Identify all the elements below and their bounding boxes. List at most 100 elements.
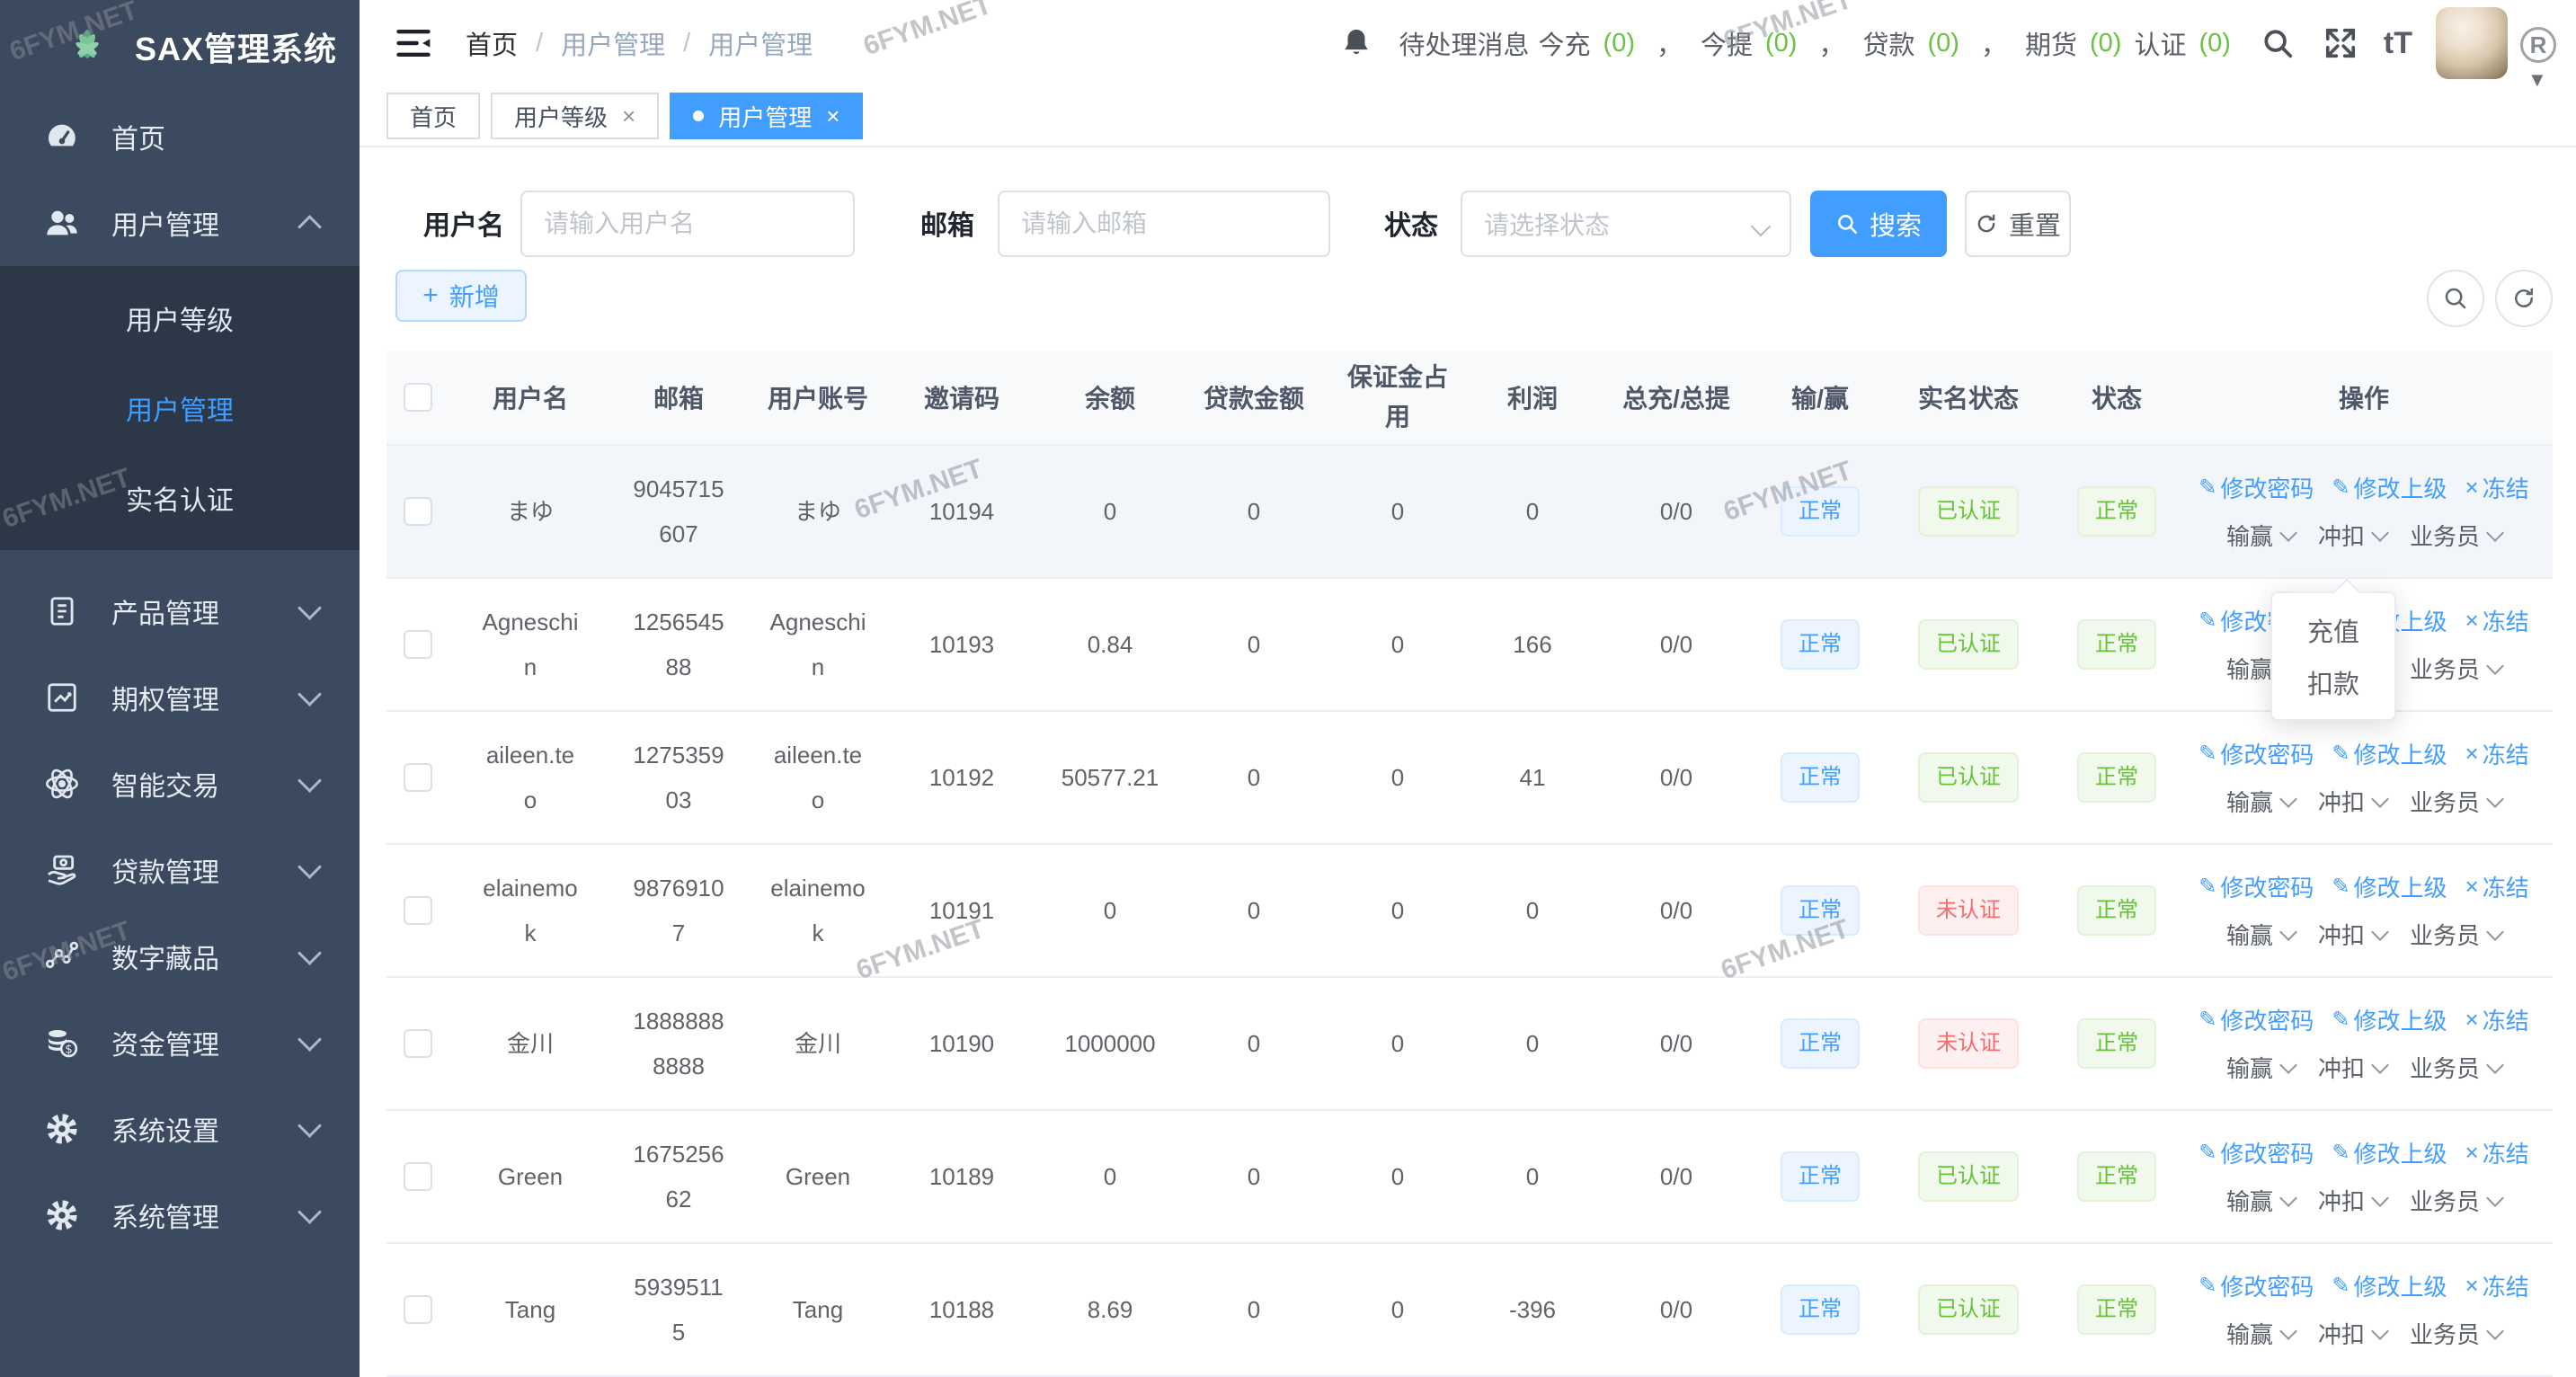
edit-parent-link[interactable]: ✎修改上级: [2332, 1269, 2447, 1302]
freeze-link[interactable]: ×冻结: [2465, 1136, 2529, 1169]
row-checkbox[interactable]: [404, 1295, 432, 1324]
freeze-link[interactable]: ×冻结: [2465, 870, 2529, 903]
gear-icon: [41, 1112, 83, 1146]
menu-item-deduct[interactable]: 扣款: [2272, 656, 2394, 708]
deduct-dropdown[interactable]: 冲扣: [2318, 1317, 2386, 1350]
close-icon[interactable]: ×: [622, 104, 635, 128]
edit-password-link[interactable]: ✎修改密码: [2198, 1269, 2314, 1302]
sidebar-item-funds-management[interactable]: $ 资金管理: [0, 999, 360, 1086]
edit-parent-link[interactable]: ✎修改上级: [2332, 471, 2447, 504]
salesman-dropdown[interactable]: 业务员: [2410, 1184, 2501, 1217]
row-checkbox[interactable]: [404, 1162, 432, 1191]
row-checkbox[interactable]: [404, 763, 432, 792]
edit-password-link[interactable]: ✎修改密码: [2198, 870, 2314, 903]
freeze-link[interactable]: ×冻结: [2465, 737, 2529, 770]
notice-label: 期货: [2025, 24, 2077, 62]
search-button[interactable]: 搜索: [1810, 191, 1947, 257]
fullscreen-icon[interactable]: [2321, 23, 2360, 63]
win-lose-dropdown[interactable]: 输赢: [2226, 1051, 2295, 1084]
breadcrumb-home[interactable]: 首页: [466, 24, 518, 62]
status-badge: 正常: [2077, 1018, 2156, 1069]
win-lose-dropdown[interactable]: 输赢: [2226, 1184, 2295, 1217]
select-all-checkbox[interactable]: [404, 383, 432, 412]
sidebar-item-options-management[interactable]: 期权管理: [0, 654, 360, 741]
bell-icon[interactable]: [1337, 23, 1376, 63]
row-checkbox[interactable]: [404, 630, 432, 659]
sidebar-collapse-icon[interactable]: [394, 23, 433, 63]
row-checkbox[interactable]: [404, 896, 432, 925]
avatar[interactable]: [2436, 7, 2508, 79]
cell-margin: 0: [1391, 498, 1404, 526]
tab-home[interactable]: 首页: [386, 93, 480, 139]
notice-label: 贷款: [1862, 24, 1914, 62]
salesman-dropdown[interactable]: 业务员: [2410, 785, 2501, 818]
pending-messages: 待处理消息 今充 (0) ， 今提 (0) ， 贷款 (0) ， 期货 (0) …: [1399, 24, 2234, 62]
row-checkbox[interactable]: [404, 497, 432, 526]
col-profit: 利润: [1474, 379, 1591, 415]
sidebar-item-home[interactable]: 首页: [0, 93, 360, 180]
row-checkbox[interactable]: [404, 1029, 432, 1058]
freeze-link[interactable]: ×冻结: [2465, 1269, 2529, 1302]
freeze-link[interactable]: ×冻结: [2465, 471, 2529, 504]
salesman-dropdown[interactable]: 业务员: [2410, 918, 2501, 951]
edit-password-link[interactable]: ✎修改密码: [2198, 1003, 2314, 1036]
sidebar-item-user-management[interactable]: 用户管理: [0, 180, 360, 266]
close-icon[interactable]: ×: [826, 104, 839, 128]
win-lose-dropdown[interactable]: 输赢: [2226, 519, 2295, 552]
sidebar-item-system-management[interactable]: 系统管理: [0, 1172, 360, 1258]
sidebar-item-label: 系统设置: [111, 1109, 301, 1149]
tab-user-management[interactable]: 用户管理 ×: [670, 93, 863, 139]
notice-label: 今提: [1701, 24, 1753, 62]
freeze-link[interactable]: ×冻结: [2465, 604, 2529, 637]
table-row: 金川 18888888888 金川 10190 1000000 0 0 0 0/…: [386, 978, 2553, 1111]
tab-user-level[interactable]: 用户等级 ×: [491, 93, 659, 139]
email-input[interactable]: [998, 191, 1330, 257]
edit-parent-link[interactable]: ✎修改上级: [2332, 870, 2447, 903]
sidebar-subitem-realname-auth[interactable]: 实名认证: [0, 453, 360, 543]
cell-username: Green: [498, 1154, 563, 1199]
cell-loan-amount: 0: [1248, 1030, 1260, 1058]
sidebar-item-digital-collection[interactable]: 数字藏品: [0, 913, 360, 999]
search-icon[interactable]: [2258, 23, 2297, 63]
username-input[interactable]: [520, 191, 855, 257]
deduct-dropdown[interactable]: 冲扣: [2318, 785, 2386, 818]
sidebar-item-smart-trading[interactable]: 智能交易: [0, 741, 360, 827]
edit-password-link[interactable]: ✎修改密码: [2198, 737, 2314, 770]
sidebar-item-product-management[interactable]: 产品管理: [0, 568, 360, 654]
cell-username: Agneschin: [482, 600, 579, 689]
cell-profit: 41: [1520, 764, 1546, 792]
menu-item-recharge[interactable]: 充值: [2272, 604, 2394, 656]
win-lose-dropdown[interactable]: 输赢: [2226, 1317, 2295, 1350]
salesman-dropdown[interactable]: 业务员: [2410, 1051, 2501, 1084]
edit-parent-link[interactable]: ✎修改上级: [2332, 1136, 2447, 1169]
edit-password-link[interactable]: ✎修改密码: [2198, 471, 2314, 504]
deduct-dropdown[interactable]: 冲扣: [2318, 1051, 2386, 1084]
freeze-link[interactable]: ×冻结: [2465, 1003, 2529, 1036]
sidebar-item-system-settings[interactable]: 系统设置: [0, 1086, 360, 1172]
breadcrumb-item: 用户管理: [708, 24, 813, 62]
font-size-icon[interactable]: tT: [2384, 26, 2412, 61]
salesman-dropdown[interactable]: 业务员: [2410, 519, 2501, 552]
sidebar-subitem-user-management[interactable]: 用户管理: [0, 363, 360, 453]
table-search-toggle-button[interactable]: [2427, 270, 2484, 327]
table-row: aileen.teo 127535903 aileen.teo 10192 50…: [386, 712, 2553, 845]
cell-profit: 0: [1526, 1163, 1539, 1191]
status-select[interactable]: 请选择状态: [1461, 191, 1791, 257]
cell-margin: 0: [1391, 1296, 1404, 1324]
deduct-dropdown[interactable]: 冲扣: [2318, 918, 2386, 951]
add-button[interactable]: + 新增: [395, 270, 527, 322]
edit-parent-link[interactable]: ✎修改上级: [2332, 1003, 2447, 1036]
table-refresh-button[interactable]: [2495, 270, 2553, 327]
sidebar-item-loan-management[interactable]: 贷款管理: [0, 827, 360, 913]
salesman-dropdown[interactable]: 业务员: [2410, 652, 2501, 685]
edit-parent-link[interactable]: ✎修改上级: [2332, 737, 2447, 770]
deduct-dropdown[interactable]: 冲扣: [2318, 519, 2386, 552]
salesman-dropdown[interactable]: 业务员: [2410, 1317, 2501, 1350]
win-lose-dropdown[interactable]: 输赢: [2226, 918, 2295, 951]
edit-password-link[interactable]: ✎修改密码: [2198, 1136, 2314, 1169]
deduct-dropdown[interactable]: 冲扣: [2318, 1184, 2386, 1217]
sidebar-subitem-user-level[interactable]: 用户等级: [0, 273, 360, 363]
win-lose-dropdown[interactable]: 输赢: [2226, 785, 2295, 818]
reset-button[interactable]: 重置: [1965, 191, 2071, 257]
chevron-down-icon: [2486, 1056, 2504, 1074]
